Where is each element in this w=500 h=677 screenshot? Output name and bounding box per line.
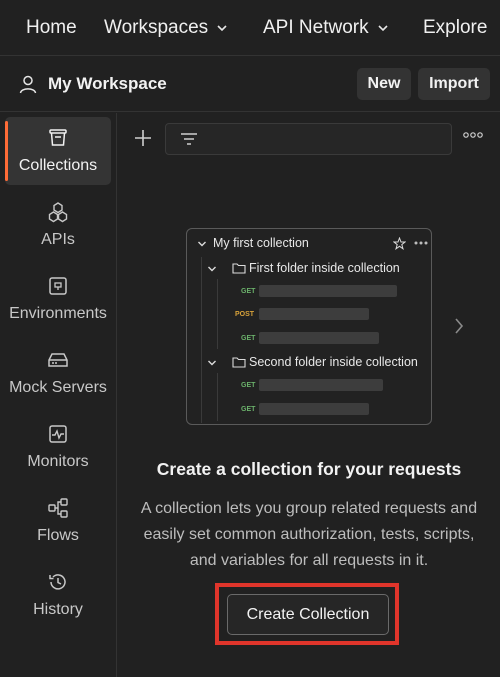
import-button[interactable]: Import: [418, 68, 490, 100]
sidebar-item-collections[interactable]: Collections: [5, 117, 111, 185]
user-icon: [19, 75, 37, 94]
nav-api-network[interactable]: API Network: [263, 0, 389, 56]
workspace-header: My Workspace New Import: [0, 57, 500, 112]
flows-icon: [48, 498, 68, 518]
method-get: GET: [241, 406, 256, 413]
request-placeholder: [259, 285, 397, 297]
chevron-down-icon: [208, 360, 216, 366]
more-options-icon[interactable]: [462, 131, 484, 139]
more-options-icon: [414, 241, 428, 245]
environments-icon: [49, 277, 67, 295]
request-placeholder: [259, 332, 379, 344]
preview-folder-2: Second folder inside collection: [249, 355, 418, 369]
monitors-icon: [49, 425, 67, 443]
sidebar-item-flows[interactable]: Flows: [5, 487, 111, 555]
history-icon: [49, 574, 66, 590]
import-button-label: Import: [429, 75, 479, 92]
nav-explore[interactable]: Explore: [423, 0, 487, 56]
add-collection-icon[interactable]: [132, 127, 154, 149]
chevron-right-icon[interactable]: [453, 316, 465, 336]
sidebar-item-history[interactable]: History: [5, 561, 111, 629]
empty-state-description: A collection lets you group related requ…: [140, 500, 478, 569]
sidebar-item-label: Mock Servers: [9, 379, 107, 396]
sidebar-item-label: Flows: [37, 527, 79, 544]
filter-icon: [181, 133, 197, 145]
method-get: GET: [241, 288, 256, 295]
sidebar-item-label: Monitors: [27, 453, 89, 470]
sidebar-item-label: APIs: [41, 231, 75, 248]
sidebar-item-label: Environments: [9, 305, 107, 322]
request-placeholder: [259, 403, 369, 415]
tree-guide: [201, 257, 202, 423]
method-post: POST: [235, 311, 255, 318]
preview-collection-name: My first collection: [213, 236, 309, 250]
collections-panel: My first collection First folder inside …: [118, 113, 500, 677]
chevron-down-icon: [378, 25, 388, 32]
sidebar-item-label: History: [33, 601, 83, 618]
star-icon: [393, 237, 406, 250]
request-placeholder: [259, 379, 383, 391]
sidebar-item-mock-servers[interactable]: Mock Servers: [5, 339, 111, 407]
tree-guide: [217, 279, 218, 349]
empty-state-title: Create a collection for your requests: [156, 459, 462, 479]
apis-icon: [48, 202, 68, 223]
sidebar-item-monitors[interactable]: Monitors: [5, 413, 111, 481]
collection-preview-illustration: My first collection First folder inside …: [186, 228, 432, 425]
sidebar-item-label: Collections: [18, 157, 98, 174]
folder-icon: [232, 263, 246, 274]
mock-servers-icon: [48, 353, 68, 367]
workspace-title[interactable]: My Workspace: [48, 74, 167, 94]
nav-home[interactable]: Home: [26, 0, 77, 56]
nav-api-network-label: API Network: [263, 17, 369, 38]
nav-workspaces[interactable]: Workspaces: [104, 0, 228, 56]
chevron-down-icon: [217, 25, 227, 32]
tree-guide: [217, 373, 218, 421]
new-button-label: New: [367, 75, 401, 92]
sidebar: Collections APIs Environments Mock Serve…: [0, 113, 117, 677]
nav-explore-label: Explore: [423, 17, 488, 38]
sidebar-item-environments[interactable]: Environments: [5, 265, 111, 333]
sidebar-item-apis[interactable]: APIs: [5, 191, 111, 259]
method-get: GET: [241, 335, 256, 342]
create-collection-label: Create Collection: [246, 605, 370, 623]
create-collection-button[interactable]: Create Collection: [227, 594, 389, 635]
filter-input[interactable]: [165, 123, 452, 155]
method-get: GET: [241, 382, 256, 389]
nav-workspaces-label: Workspaces: [104, 17, 209, 38]
collections-icon: [49, 129, 67, 146]
folder-icon: [232, 357, 246, 368]
preview-folder-1: First folder inside collection: [249, 261, 400, 275]
chevron-down-icon: [198, 241, 206, 247]
nav-home-label: Home: [26, 17, 77, 38]
top-navigation: Home Workspaces API Network Explore: [0, 0, 500, 56]
request-placeholder: [259, 308, 369, 320]
new-button[interactable]: New: [357, 68, 411, 100]
chevron-down-icon: [208, 266, 216, 272]
